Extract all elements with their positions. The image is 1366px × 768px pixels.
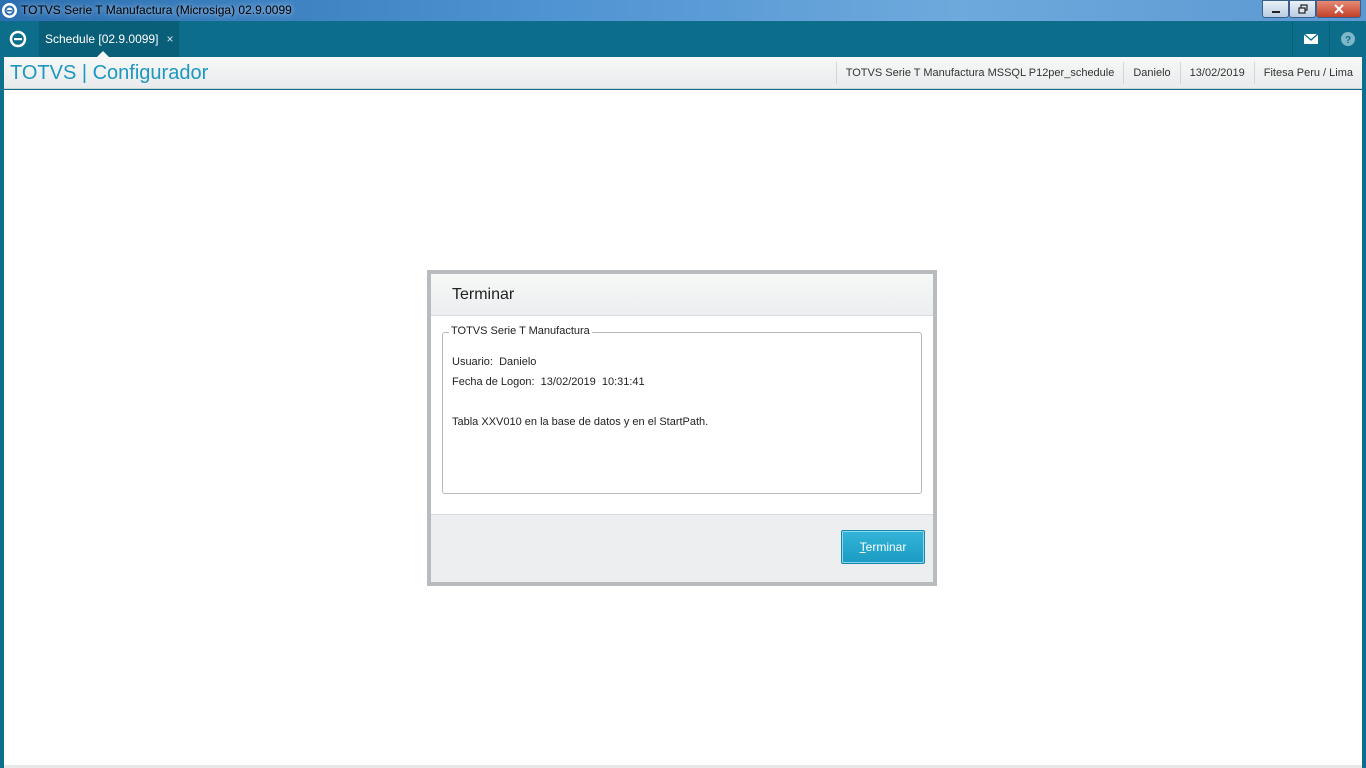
- environment-label: TOTVS Serie T Manufactura MSSQL P12per_s…: [835, 61, 1124, 84]
- dialog-body: Terminar TOTVS Serie T Manufactura Usuar…: [431, 274, 933, 582]
- tabbar-actions: ?: [1292, 21, 1366, 57]
- window-controls: [1262, 0, 1361, 18]
- close-icon: [1333, 4, 1344, 14]
- module-title: TOTVS | Configurador: [10, 62, 209, 84]
- messages-button[interactable]: [1292, 21, 1329, 57]
- tab-close-icon[interactable]: ×: [166, 32, 173, 46]
- terminar-button[interactable]: Terminar: [841, 530, 925, 564]
- tab-label: Schedule [02.9.0099]: [45, 32, 159, 46]
- session-info: TOTVS Serie T Manufactura MSSQL P12per_s…: [835, 57, 1362, 88]
- window-title: TOTVS Serie T Manufactura (Microsiga) 02…: [21, 3, 292, 17]
- help-icon: ?: [1341, 32, 1355, 46]
- date-label: 13/02/2019: [1179, 61, 1254, 84]
- minimize-icon: [1271, 11, 1280, 13]
- header-bar: TOTVS | Configurador TOTVS Serie T Manuf…: [4, 57, 1362, 89]
- info-groupbox: TOTVS Serie T Manufactura Usuario: Danie…: [442, 325, 922, 494]
- app-tabbar: Schedule [02.9.0099] × ?: [0, 21, 1366, 57]
- totvs-app-icon: [2, 3, 17, 18]
- groupbox-label: TOTVS Serie T Manufactura: [449, 325, 592, 337]
- mail-icon: [1304, 34, 1318, 44]
- terminar-dialog: Terminar TOTVS Serie T Manufactura Usuar…: [427, 270, 937, 586]
- dialog-footer: Terminar: [431, 514, 933, 582]
- user-label: Danielo: [1123, 61, 1179, 84]
- svg-text:?: ?: [1345, 35, 1351, 46]
- dialog-header: Terminar: [431, 274, 933, 316]
- button-label: erminar: [865, 540, 907, 554]
- window-titlebar: TOTVS Serie T Manufactura (Microsiga) 02…: [0, 0, 1366, 21]
- branch-label: Fitesa Peru / Lima: [1253, 61, 1362, 84]
- message-line: Tabla XXV010 en la base de datos y en el…: [452, 416, 709, 428]
- restore-icon: [1297, 4, 1308, 14]
- user-line: Usuario: Danielo: [452, 356, 537, 368]
- close-window-button[interactable]: [1316, 0, 1361, 18]
- tab-schedule[interactable]: Schedule [02.9.0099] ×: [39, 21, 180, 57]
- restore-button[interactable]: [1289, 0, 1316, 18]
- help-button[interactable]: ?: [1329, 21, 1366, 57]
- minimize-button[interactable]: [1262, 0, 1289, 18]
- dialog-title: Terminar: [452, 286, 515, 303]
- logon-line: Fecha de Logon: 13/02/2019 10:31:41: [452, 376, 645, 388]
- totvs-menu-icon[interactable]: [9, 30, 27, 48]
